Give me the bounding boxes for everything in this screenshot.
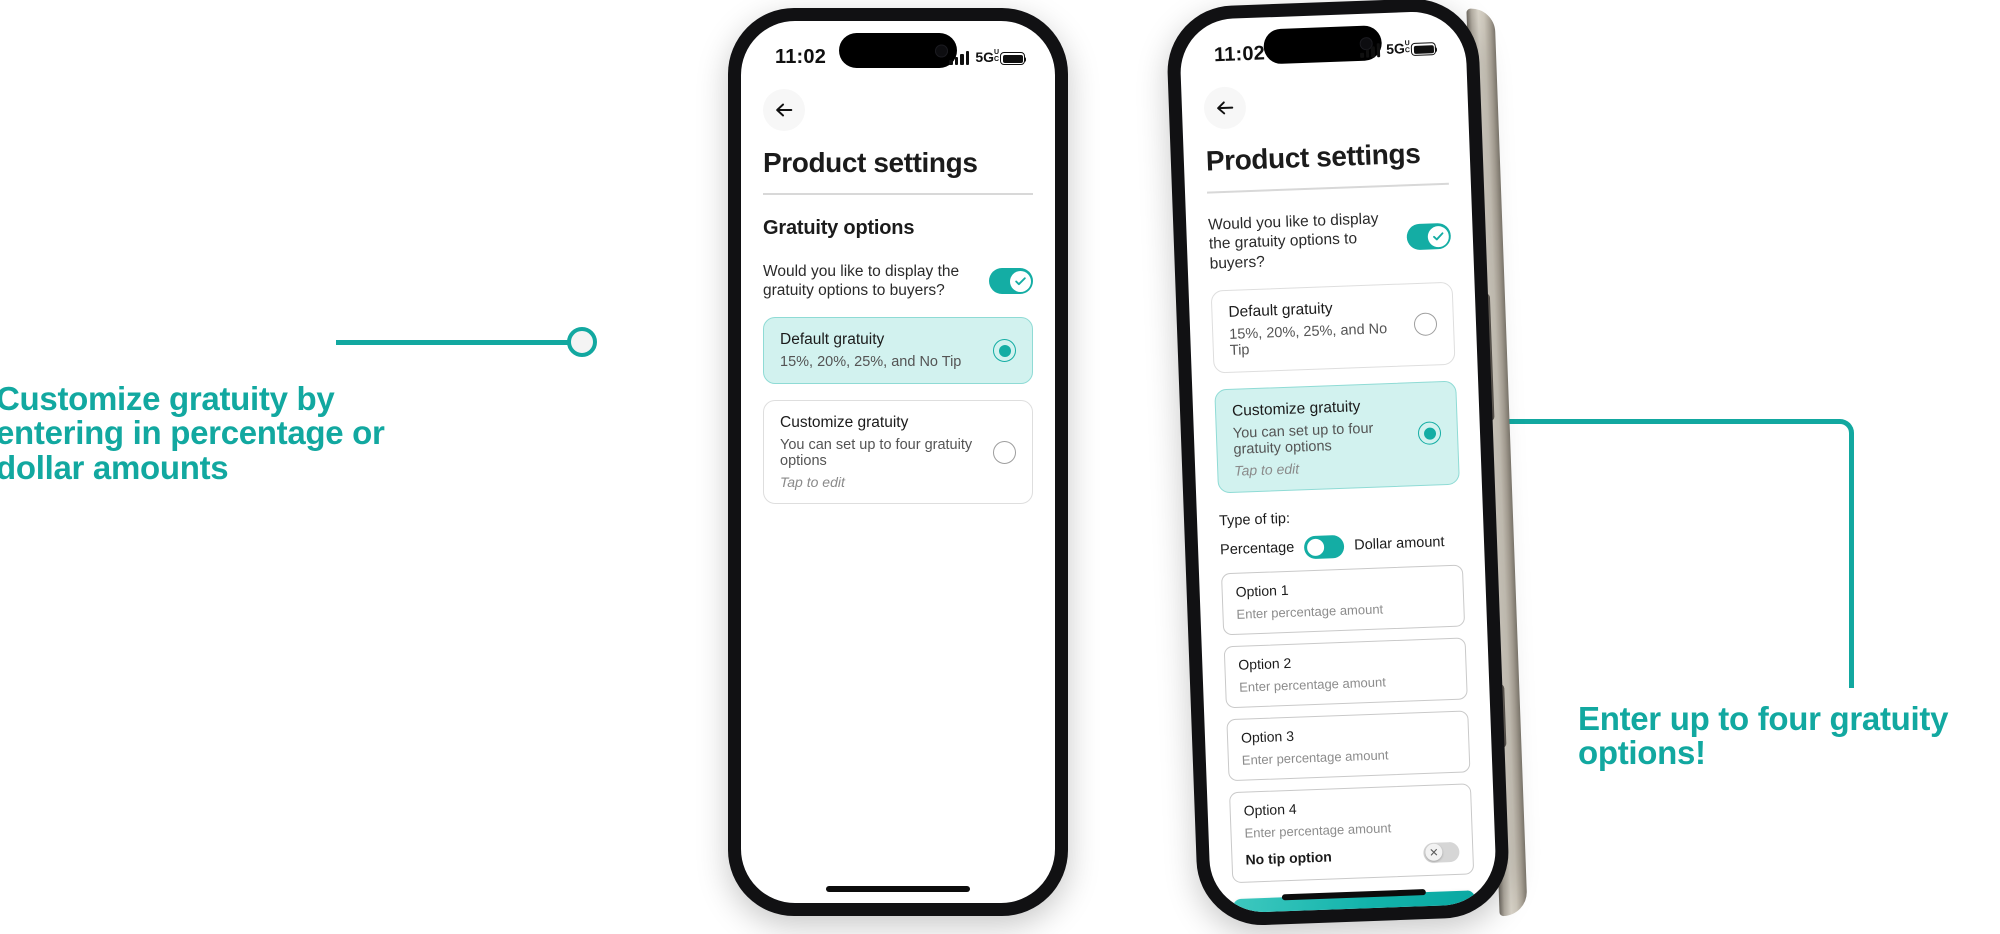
toggle-knob [1424, 843, 1443, 862]
option-card-customize-gratuity[interactable]: Customize gratuity You can set up to fou… [763, 400, 1033, 505]
check-icon [1432, 232, 1443, 241]
phone-one: 11:02 5G U C Product settings Gratuity o… [728, 8, 1068, 916]
no-tip-option-label: No tip option [1245, 848, 1333, 868]
option-radio[interactable] [1417, 421, 1442, 446]
gratuity-display-prompt: Would you like to display the gratuity o… [1207, 209, 1379, 273]
field-label: Option 3 [1240, 727, 1295, 746]
back-button[interactable] [1203, 86, 1247, 130]
option-radio[interactable] [993, 440, 1016, 464]
option-hint: Tap to edit [780, 474, 845, 491]
toggle-knob [1426, 225, 1449, 248]
gratuity-option-field-1[interactable]: Option 1 Enter percentage amount [1221, 564, 1466, 636]
check-icon [1014, 277, 1026, 285]
arrow-left-icon [776, 103, 793, 117]
tip-type-label: Type of tip: [1218, 510, 1291, 530]
title-divider [1207, 182, 1449, 194]
connector-endpoint-dot [567, 327, 597, 357]
connector-line-horizontal [1462, 419, 1828, 424]
field-placeholder: Enter percentage amount [1241, 747, 1389, 768]
connector-corner [1828, 419, 1854, 445]
title-divider [763, 193, 1033, 195]
close-icon [1430, 849, 1437, 857]
field-label: Option 2 [1238, 654, 1292, 673]
gratuity-display-prompt: Would you like to display the gratuity o… [763, 262, 960, 300]
field-label: Option 1 [1235, 581, 1289, 600]
home-indicator [826, 886, 970, 892]
phone-two-screen: 11:02 5G U C Product settings Would you … [1178, 10, 1498, 914]
tip-type-toggle[interactable] [1303, 534, 1345, 560]
gratuity-option-field-3[interactable]: Option 3 Enter percentage amount [1226, 710, 1471, 782]
gratuity-display-toggle[interactable] [1406, 222, 1452, 251]
tip-type-option-percentage[interactable]: Percentage [1220, 540, 1295, 559]
screenshot-stage: Customize gratuity by entering in percen… [0, 0, 2000, 934]
option-title: Customize gratuity [780, 414, 909, 432]
page-title: Product settings [763, 147, 978, 178]
option-card-default-gratuity[interactable]: Default gratuity 15%, 20%, 25%, and No T… [1210, 281, 1456, 374]
option-title: Customize gratuity [1231, 398, 1361, 420]
option-title: Default gratuity [780, 331, 885, 349]
annotation-right-text: Enter up to four gratuity options! [1578, 700, 1949, 772]
tip-type-toggle-row: Percentage Dollar amount [1220, 531, 1463, 563]
back-button[interactable] [763, 89, 805, 131]
gratuity-display-toggle[interactable] [989, 268, 1033, 295]
connector-line-horizontal [336, 340, 586, 345]
no-tip-option-row: No tip option [1245, 841, 1460, 870]
option-subtitle: You can set up to four gratuity options [780, 437, 973, 470]
section-title-gratuity-options: Gratuity options [763, 216, 915, 239]
phone-two-app-content: Product settings Would you like to displ… [1179, 10, 1498, 914]
toggle-knob [1305, 537, 1326, 558]
option-hint: Tap to edit [1233, 460, 1300, 479]
option-card-default-gratuity[interactable]: Default gratuity 15%, 20%, 25%, and No T… [763, 317, 1033, 385]
option-subtitle: 15%, 20%, 25%, and No Tip [780, 354, 962, 371]
connector-line-vertical [1849, 443, 1854, 688]
field-label: Option 4 [1243, 800, 1297, 819]
no-tip-option-toggle[interactable] [1423, 841, 1460, 864]
tip-type-option-dollar[interactable]: Dollar amount [1354, 535, 1445, 554]
gratuity-option-field-4[interactable]: Option 4 Enter percentage amount No tip … [1229, 783, 1475, 884]
toggle-knob [1009, 270, 1031, 292]
gratuity-display-row: Would you like to display the gratuity o… [1208, 206, 1452, 274]
annotation-left-text: Customize gratuity by entering in percen… [0, 380, 385, 486]
field-placeholder: Enter percentage amount [1238, 674, 1387, 695]
field-placeholder: Enter percentage amount [1236, 601, 1384, 622]
gratuity-display-row: Would you like to display the gratuity o… [763, 262, 1033, 302]
field-placeholder: Enter percentage amount [1244, 820, 1392, 841]
arrow-left-icon [1217, 101, 1234, 115]
option-subtitle: 15%, 20%, 25%, and No Tip [1228, 321, 1388, 359]
gratuity-option-field-2[interactable]: Option 2 Enter percentage amount [1223, 637, 1468, 709]
option-title: Default gratuity [1228, 300, 1333, 321]
phone-two: 11:02 5G U C Product settings Would you … [1165, 0, 1511, 928]
option-subtitle: You can set up to four gratuity options [1232, 420, 1374, 458]
phone-one-app-content: Product settings Gratuity options Would … [741, 21, 1055, 903]
option-card-customize-gratuity[interactable]: Customize gratuity You can set up to fou… [1214, 380, 1460, 494]
phone-one-screen: 11:02 5G U C Product settings Gratuity o… [741, 21, 1055, 903]
option-radio[interactable] [993, 339, 1016, 363]
option-radio[interactable] [1413, 312, 1438, 337]
page-title: Product settings [1205, 137, 1421, 177]
